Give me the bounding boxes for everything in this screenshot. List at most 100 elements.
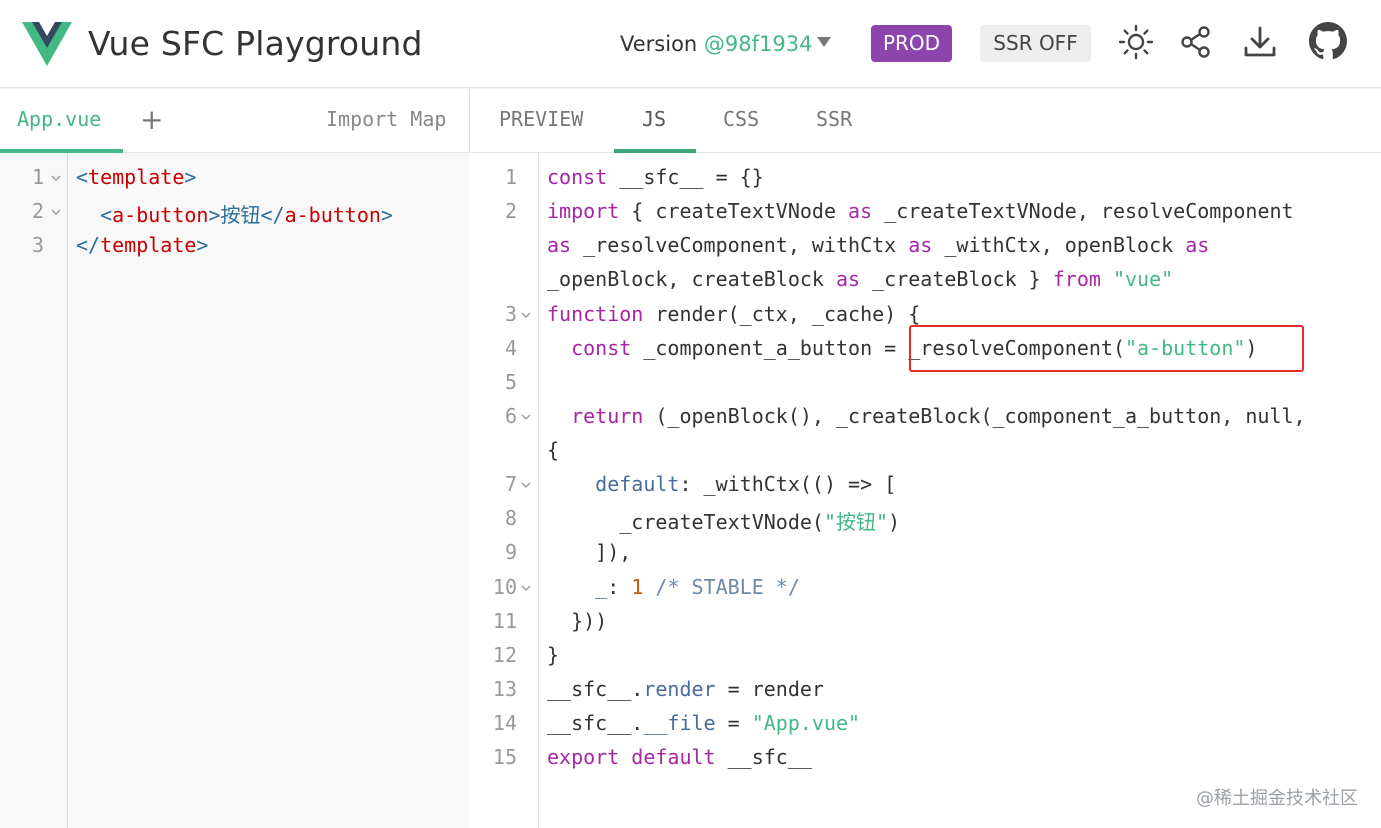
tab-app-vue-label: App.vue [17, 107, 102, 131]
code-line-14: __sfc__.__file = "App.vue" [547, 711, 860, 735]
line-number: 9 [504, 540, 517, 564]
code-token: template [100, 233, 197, 257]
compiled-js-output: const __sfc__ = {} import { createTextVN… [547, 153, 1381, 828]
code-token: __sfc__ [715, 745, 812, 769]
code-line-6b: { [547, 438, 559, 462]
code-token: render [643, 677, 716, 701]
code-token: const [547, 336, 632, 360]
code-token: a-button [284, 203, 381, 227]
code-token: as [547, 233, 572, 257]
code-token: as [908, 233, 933, 257]
code-token: "vue" [1112, 267, 1174, 291]
github-icon[interactable] [1309, 22, 1347, 60]
version-hash: @98f1934 [703, 32, 813, 56]
code-token: return [547, 404, 644, 428]
code-token: _ [547, 575, 608, 599]
line-number: 3 [504, 302, 517, 326]
code-editor[interactable]: <template> <a-button>按钮</a-button> </tem… [68, 153, 470, 828]
code-token: template [88, 165, 185, 189]
code-line-2b: as _resolveComponent, withCtx as _withCt… [547, 233, 1209, 257]
tab-css[interactable]: CSS [723, 107, 759, 131]
editor-gutter: 1 2 3 [0, 153, 68, 828]
fold-chevron-icon[interactable] [51, 173, 61, 183]
code-line-11: })) [547, 609, 607, 633]
code-token: as [1185, 233, 1210, 257]
code-line-1: <template> [76, 165, 196, 189]
code-token: __file [643, 711, 716, 735]
code-token: /* STABLE */ [643, 575, 800, 599]
import-map-tab[interactable]: Import Map [326, 107, 446, 131]
code-line-3: function render(_ctx, _cache) { [547, 302, 920, 326]
tab-js[interactable]: JS [642, 107, 666, 131]
code-token: (_openBlock(), _createBlock(_component_a… [643, 404, 1306, 428]
code-line-12: } [547, 643, 559, 667]
ssr-toggle-button[interactable]: SSR OFF [980, 25, 1091, 62]
code-line-2a: import { createTextVNode as _createTextV… [547, 199, 1294, 223]
code-token: _createTextVNode, resolveComponent [872, 199, 1294, 223]
line-number: 7 [504, 472, 517, 496]
code-line-6a: return (_openBlock(), _createBlock(_comp… [547, 404, 1306, 428]
version-selector[interactable]: Version @98f1934 [620, 32, 812, 56]
output-pane: PREVIEW JS CSS SSR 1 2 3 4 5 6 7 8 9 10 … [471, 89, 1381, 828]
line-number: 11 [492, 609, 517, 633]
code-token: export [547, 745, 620, 769]
output-tabs: PREVIEW JS CSS SSR [471, 89, 1381, 153]
code-token: _createBlock } [860, 267, 1053, 291]
fold-chevron-icon[interactable] [521, 412, 531, 422]
app-title: Vue SFC Playground [88, 24, 423, 63]
fold-chevron-icon[interactable] [521, 310, 531, 320]
code-line-1: const __sfc__ = {} [547, 165, 764, 189]
code-token: _resolveComponent, withCtx [571, 233, 909, 257]
line-number: 3 [31, 233, 44, 257]
code-token: __sfc__. [547, 677, 644, 701]
code-token: ]), [547, 540, 632, 564]
code-line-2: <a-button>按钮</a-button> [76, 199, 393, 228]
code-token: __sfc__. [547, 711, 644, 735]
header-bar: Vue SFC Playground Version @98f1934 PROD… [0, 0, 1381, 88]
code-line-2c: _openBlock, createBlock as _createBlock … [547, 267, 1173, 291]
fold-chevron-icon[interactable] [521, 480, 531, 490]
chevron-down-icon[interactable] [817, 37, 831, 47]
tab-ssr[interactable]: SSR [816, 107, 852, 131]
line-number: 2 [504, 199, 517, 223]
code-token: { [547, 438, 560, 462]
highlight-annotation-box [909, 325, 1304, 372]
line-number: 4 [504, 336, 517, 360]
code-token: : [607, 575, 632, 599]
code-token: as [848, 199, 873, 223]
code-token: 1 [631, 575, 644, 599]
line-number: 14 [492, 711, 517, 735]
code-token: from [1052, 267, 1101, 291]
watermark: @稀土掘金技术社区 [1196, 788, 1358, 809]
line-number: 15 [492, 745, 517, 769]
code-token: __sfc__ = {} [607, 165, 764, 189]
code-token: = [715, 711, 752, 735]
sun-icon[interactable] [1118, 24, 1154, 60]
add-file-button[interactable]: + [140, 103, 163, 136]
tab-app-vue[interactable]: App.vue [0, 89, 123, 153]
code-token: function [547, 302, 644, 326]
prod-toggle-button[interactable]: PROD [871, 25, 952, 62]
code-token: : _withCtx(() => [ [679, 472, 897, 496]
code-line-7: default: _withCtx(() => [ [547, 472, 896, 496]
code-token: _withCtx, openBlock [932, 233, 1186, 257]
code-token: </ [76, 233, 101, 257]
code-line-3: </template> [76, 233, 208, 257]
download-icon[interactable] [1242, 24, 1278, 60]
fold-chevron-icon[interactable] [521, 583, 531, 593]
code-token: > [196, 233, 209, 257]
code-token: _openBlock, createBlock [547, 267, 836, 291]
code-token: { createTextVNode [619, 199, 849, 223]
code-line-10: _: 1 /* STABLE */ [547, 575, 800, 599]
line-number: 6 [504, 404, 517, 428]
fold-chevron-icon[interactable] [51, 207, 61, 217]
code-token: = render [715, 677, 824, 701]
line-number: 1 [31, 165, 44, 189]
tab-preview[interactable]: PREVIEW [499, 107, 583, 131]
line-number: 8 [504, 506, 517, 530]
code-token: as [835, 267, 861, 291]
line-number: 1 [504, 165, 517, 189]
share-icon[interactable] [1178, 24, 1214, 60]
line-number: 12 [492, 643, 517, 667]
code-line-9: ]), [547, 540, 631, 564]
